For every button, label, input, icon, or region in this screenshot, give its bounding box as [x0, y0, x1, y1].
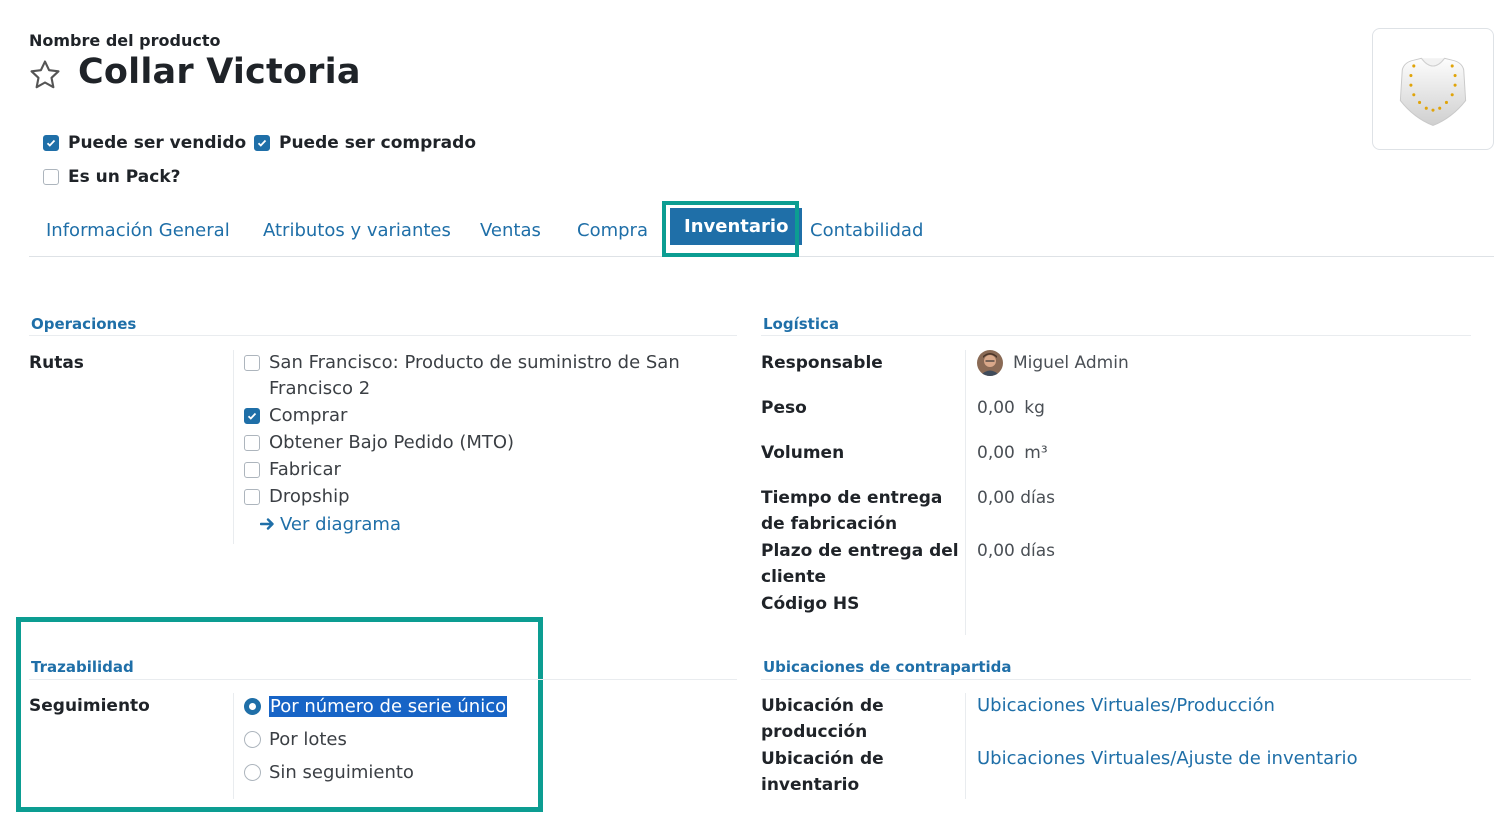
product-name[interactable]: Collar Victoria — [78, 52, 361, 92]
checkbox-checked-icon[interactable] — [244, 408, 260, 424]
radio-selected-icon[interactable] — [244, 697, 261, 715]
route-label: Comprar — [269, 405, 348, 426]
volume-label: Volumen — [761, 443, 845, 463]
route-item[interactable]: Comprar — [244, 403, 684, 429]
counterpart-section-title: Ubicaciones de contrapartida — [763, 658, 1012, 676]
radio-unselected-icon[interactable] — [244, 730, 261, 748]
is-pack-checkbox[interactable]: Es un Pack? — [43, 167, 181, 187]
production-location-label-line1: Ubicación de — [761, 696, 884, 716]
weight-value[interactable]: 0,00 — [977, 398, 1015, 418]
weight-label: Peso — [761, 398, 807, 418]
responsible-field[interactable]: Miguel Admin — [977, 350, 1129, 376]
customer-lead-label: Plazo de entrega del cliente — [761, 538, 959, 590]
tracking-option-label: Por número de serie único — [269, 695, 508, 717]
customer-lead-label-line2: cliente — [761, 567, 827, 587]
manufacturing-lead-value[interactable]: 0,00 días — [977, 485, 1055, 511]
tracking-option-label: Por lotes — [269, 728, 347, 750]
tab-purchase[interactable]: Compra — [577, 220, 648, 241]
volume-unit: m³ — [1024, 443, 1048, 463]
checkbox-unchecked-icon[interactable] — [244, 435, 260, 451]
manufacturing-lead-label: Tiempo de entrega de fabricación — [761, 485, 942, 537]
can-be-sold-label: Puede ser vendido — [68, 133, 247, 153]
volume-field[interactable]: 0,00 m³ — [977, 440, 1048, 466]
production-location-label-line2: producción — [761, 722, 868, 742]
tab-accounting[interactable]: Contabilidad — [810, 220, 923, 241]
logistics-section-title: Logística — [763, 315, 839, 333]
inventory-location-label-line1: Ubicación de — [761, 749, 884, 769]
customer-lead-label-line1: Plazo de entrega del — [761, 541, 959, 561]
traceability-divider — [29, 679, 737, 680]
checkbox-checked-icon[interactable] — [254, 135, 270, 151]
route-label: Fabricar — [269, 459, 341, 480]
route-label: San Francisco: Producto de suministro de… — [269, 352, 680, 399]
arrow-right-icon — [260, 518, 274, 530]
weight-field[interactable]: 0,00 kg — [977, 395, 1045, 421]
view-diagram-label[interactable]: Ver diagrama — [280, 514, 401, 535]
route-label: Dropship — [269, 486, 350, 507]
is-pack-label: Es un Pack? — [68, 167, 181, 187]
routes-list: San Francisco: Producto de suministro de… — [244, 350, 684, 537]
tracking-option[interactable]: Por número de serie único — [244, 693, 508, 719]
inventory-location-link[interactable]: Ubicaciones Virtuales/Ajuste de inventar… — [977, 748, 1358, 769]
checkbox-unchecked-icon[interactable] — [43, 169, 59, 185]
tracking-option[interactable]: Sin seguimiento — [244, 759, 507, 785]
production-location-link[interactable]: Ubicaciones Virtuales/Producción — [977, 695, 1275, 716]
manufacturing-lead-label-line1: Tiempo de entrega — [761, 488, 943, 508]
route-item[interactable]: San Francisco: Producto de suministro de… — [244, 350, 684, 402]
counterpart-separator — [965, 693, 966, 799]
tracking-options: Por número de serie único Por lotes Sin … — [244, 693, 508, 785]
product-name-label: Nombre del producto — [29, 31, 221, 50]
responsible-value: Miguel Admin — [1013, 353, 1129, 373]
tab-general-info[interactable]: Información General — [46, 220, 230, 241]
tracking-separator — [233, 693, 234, 799]
operations-divider — [29, 335, 737, 336]
radio-unselected-icon[interactable] — [244, 763, 261, 781]
product-image[interactable] — [1372, 28, 1494, 150]
route-item[interactable]: Dropship — [244, 484, 684, 510]
user-avatar — [977, 350, 1003, 376]
hs-code-input[interactable] — [977, 591, 1177, 617]
tracking-label: Seguimiento — [29, 696, 150, 716]
route-item[interactable]: Fabricar — [244, 457, 684, 483]
checkbox-checked-icon[interactable] — [43, 135, 59, 151]
route-item[interactable]: Obtener Bajo Pedido (MTO) — [244, 430, 684, 456]
inventory-location-label: Ubicación de inventario — [761, 746, 884, 798]
checkbox-unchecked-icon[interactable] — [244, 355, 260, 371]
counterpart-divider — [761, 679, 1471, 680]
tracking-option-label: Sin seguimiento — [269, 761, 414, 783]
weight-unit: kg — [1024, 398, 1045, 418]
logistics-separator — [965, 350, 966, 635]
necklace-image-icon — [1399, 57, 1467, 126]
view-diagram-link[interactable]: Ver diagrama — [244, 511, 684, 537]
operations-section-title: Operaciones — [31, 315, 137, 333]
can-be-sold-checkbox[interactable]: Puede ser vendido — [43, 133, 246, 153]
inventory-location-label-line2: inventario — [761, 775, 860, 795]
checkbox-unchecked-icon[interactable] — [244, 489, 260, 505]
customer-lead-value[interactable]: 0,00 días — [977, 538, 1055, 564]
tracking-option[interactable]: Por lotes — [244, 726, 507, 752]
can-be-purchased-checkbox[interactable]: Puede ser comprado — [254, 133, 476, 153]
tab-highlight-frame — [662, 201, 799, 257]
can-be-purchased-label: Puede ser comprado — [279, 133, 477, 153]
tab-sales[interactable]: Ventas — [480, 220, 541, 241]
responsible-label: Responsable — [761, 353, 883, 373]
routes-separator — [233, 350, 234, 544]
routes-label: Rutas — [29, 353, 84, 373]
volume-value[interactable]: 0,00 — [977, 443, 1015, 463]
route-label: Obtener Bajo Pedido (MTO) — [269, 432, 515, 453]
hs-code-label: Código HS — [761, 594, 860, 614]
checkbox-unchecked-icon[interactable] — [244, 462, 260, 478]
favorite-star-icon[interactable] — [28, 58, 62, 92]
production-location-label: Ubicación de producción — [761, 693, 884, 745]
manufacturing-lead-label-line2: de fabricación — [761, 514, 898, 534]
tab-attributes-variants[interactable]: Atributos y variantes — [263, 220, 451, 241]
logistics-divider — [761, 335, 1471, 336]
traceability-section-title: Trazabilidad — [31, 658, 134, 676]
